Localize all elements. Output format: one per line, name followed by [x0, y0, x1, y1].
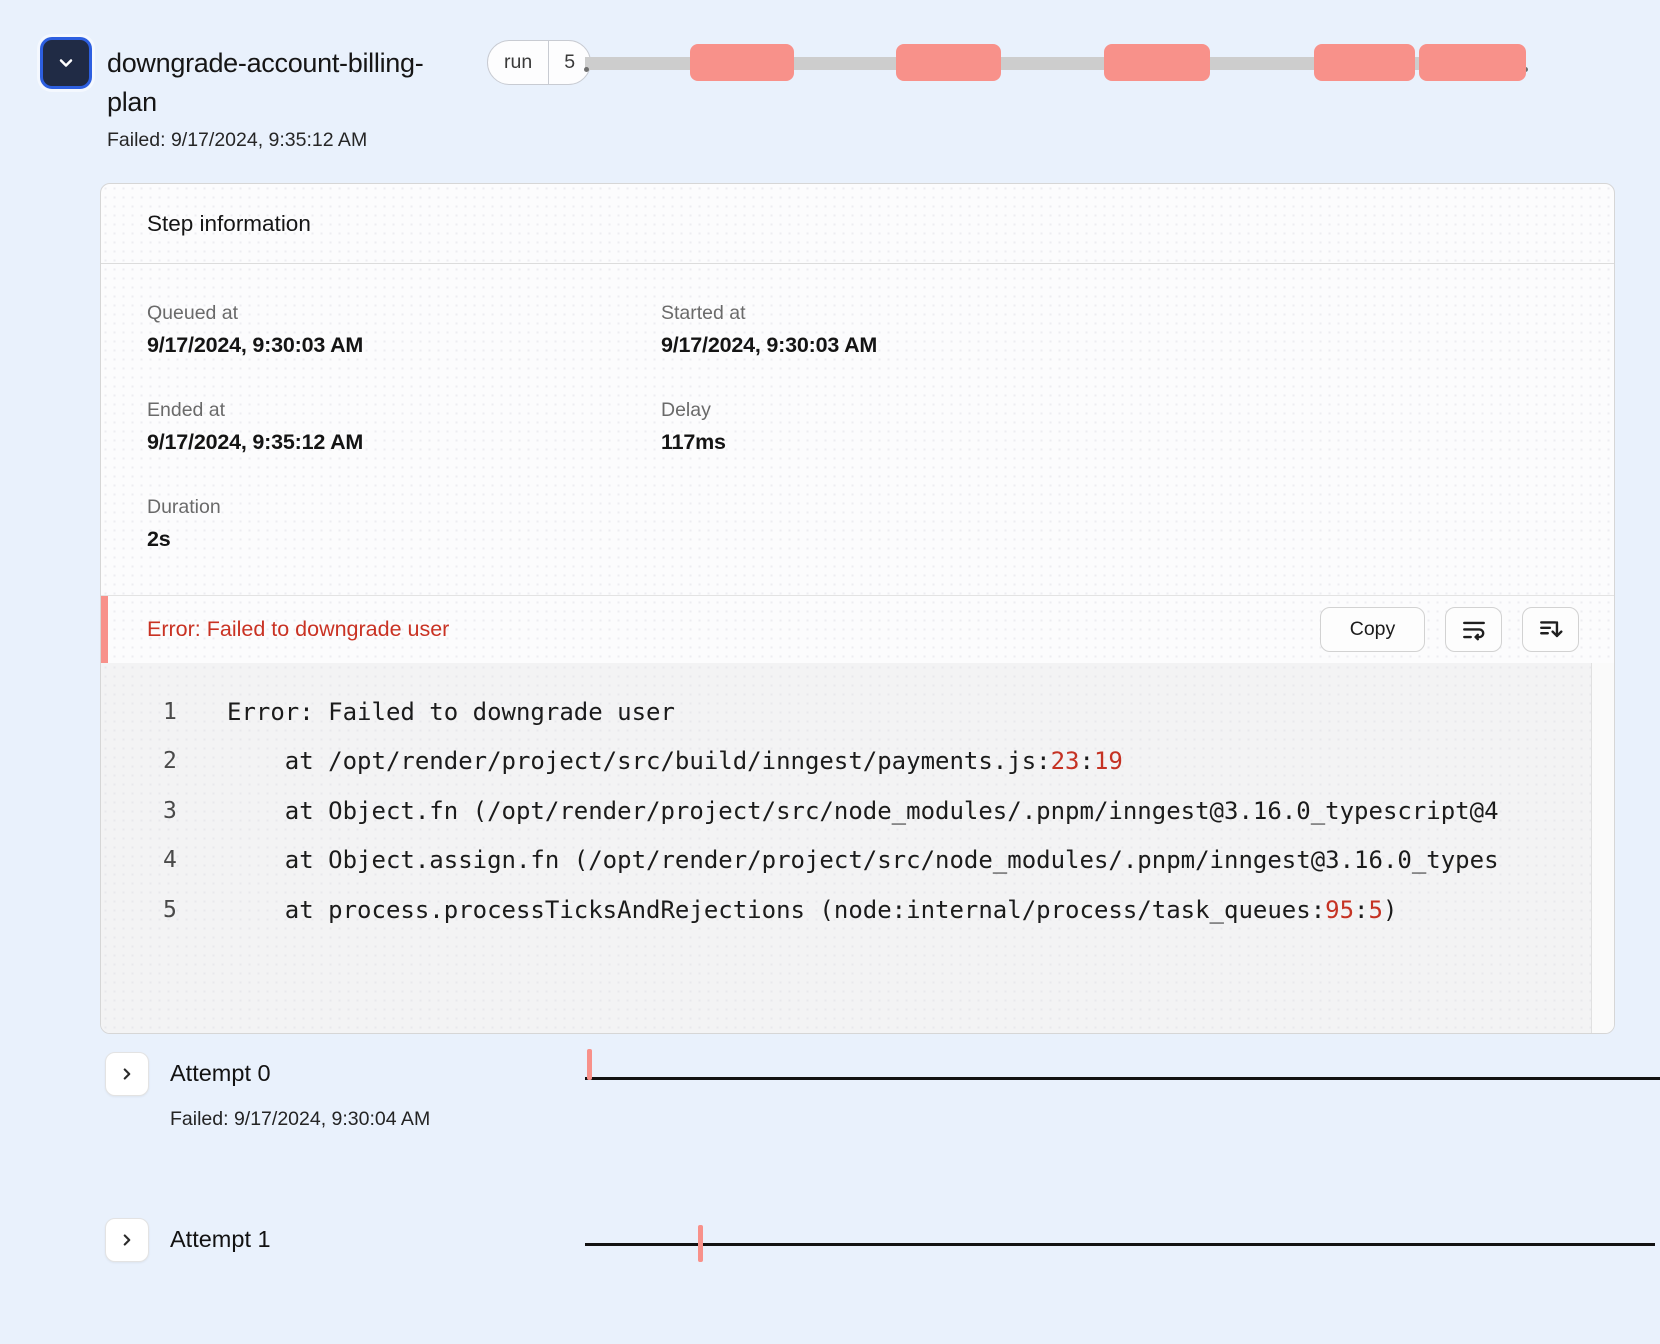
line-number: 4	[101, 847, 227, 873]
step-info-fields: Queued at 9/17/2024, 9:30:03 AM Started …	[101, 264, 1614, 595]
run-detail-page: downgrade-account-billing-plan Failed: 9…	[0, 0, 1660, 1344]
field-started-at: Started at 9/17/2024, 9:30:03 AM	[661, 302, 1568, 358]
field-ended-at: Ended at 9/17/2024, 9:35:12 AM	[147, 399, 661, 455]
attempt-0-status: Failed: 9/17/2024, 9:30:04 AM	[170, 1108, 430, 1131]
stack-trace-line: 2 at /opt/render/project/src/build/innge…	[101, 737, 1614, 787]
field-value: 9/17/2024, 9:30:03 AM	[661, 333, 1568, 358]
field-value: 9/17/2024, 9:35:12 AM	[147, 430, 661, 455]
field-label: Delay	[661, 399, 1568, 422]
stack-trace-line: 4 at Object.assign.fn (/opt/render/proje…	[101, 836, 1614, 886]
field-label: Duration	[147, 496, 661, 519]
run-timeline-segment[interactable]	[1104, 44, 1210, 81]
collapse-step-button[interactable]	[40, 37, 92, 89]
run-badge-count: 5	[548, 41, 590, 84]
error-actions: Copy	[1320, 607, 1579, 652]
field-label: Ended at	[147, 399, 661, 422]
attempt-1-expand-button[interactable]	[105, 1218, 149, 1262]
run-timeline-segment[interactable]	[896, 44, 1001, 81]
chevron-right-icon	[118, 1065, 136, 1083]
error-banner: Error: Failed to downgrade user Copy	[101, 595, 1614, 663]
card-title: Step information	[101, 184, 1614, 264]
field-value: 9/17/2024, 9:30:03 AM	[147, 333, 661, 358]
step-name: downgrade-account-billing-plan	[107, 44, 472, 122]
step-information-card: Step information Queued at 9/17/2024, 9:…	[100, 183, 1615, 1034]
stack-trace-line: 3 at Object.fn (/opt/render/project/src/…	[101, 786, 1614, 836]
line-text: at /opt/render/project/src/build/inngest…	[227, 747, 1123, 775]
line-text: Error: Failed to downgrade user	[227, 698, 675, 726]
line-text: at process.processTicksAndRejections (no…	[227, 896, 1397, 924]
line-number: 2	[101, 748, 227, 774]
field-label: Started at	[661, 302, 1568, 325]
run-timeline-segment[interactable]	[1419, 44, 1526, 81]
attempt-line	[585, 1077, 1660, 1080]
run-badge[interactable]: run 5	[487, 40, 591, 85]
stack-trace-line: 1Error: Failed to downgrade user	[101, 687, 1614, 737]
run-badge-label: run	[488, 41, 548, 84]
run-timeline-segment[interactable]	[1314, 44, 1415, 81]
field-value: 2s	[147, 527, 661, 552]
chevron-down-icon	[56, 53, 76, 73]
field-value: 117ms	[661, 430, 1568, 455]
wrap-text-button[interactable]	[1445, 607, 1502, 652]
run-timeline[interactable]	[585, 40, 1526, 85]
field-queued-at: Queued at 9/17/2024, 9:30:03 AM	[147, 302, 661, 358]
timeline-start-dot	[584, 67, 589, 72]
chevron-right-icon	[118, 1231, 136, 1249]
line-text: at Object.fn (/opt/render/project/src/no…	[227, 797, 1499, 825]
field-label: Queued at	[147, 302, 661, 325]
wrap-text-icon	[1461, 617, 1487, 643]
stack-trace: 1Error: Failed to downgrade user2 at /op…	[101, 687, 1614, 935]
attempt-0-label: Attempt 0	[170, 1060, 271, 1087]
attempt-tick	[698, 1225, 703, 1262]
line-text: at Object.assign.fn (/opt/render/project…	[227, 846, 1499, 874]
run-timeline-segment[interactable]	[690, 44, 794, 81]
line-number: 1	[101, 699, 227, 725]
line-number: 3	[101, 798, 227, 824]
step-status: Failed: 9/17/2024, 9:35:12 AM	[107, 129, 472, 152]
attempt-0-expand-button[interactable]	[105, 1052, 149, 1096]
attempt-line	[585, 1243, 1655, 1246]
code-scrollbar[interactable]	[1591, 663, 1614, 1033]
line-number: 5	[101, 897, 227, 923]
error-message: Error: Failed to downgrade user	[147, 617, 449, 642]
attempt-1-label: Attempt 1	[170, 1226, 271, 1253]
stack-trace-line: 5 at process.processTicksAndRejections (…	[101, 885, 1614, 935]
step-header: downgrade-account-billing-plan Failed: 9…	[107, 44, 472, 152]
scroll-to-bottom-icon	[1538, 617, 1564, 643]
error-accent-bar	[101, 596, 108, 663]
scroll-to-bottom-button[interactable]	[1522, 607, 1579, 652]
copy-button[interactable]: Copy	[1320, 607, 1425, 652]
attempt-tick	[587, 1049, 592, 1080]
field-duration: Duration 2s	[147, 496, 661, 552]
field-delay: Delay 117ms	[661, 399, 1568, 455]
stack-trace-panel: 1Error: Failed to downgrade user2 at /op…	[101, 663, 1614, 1033]
